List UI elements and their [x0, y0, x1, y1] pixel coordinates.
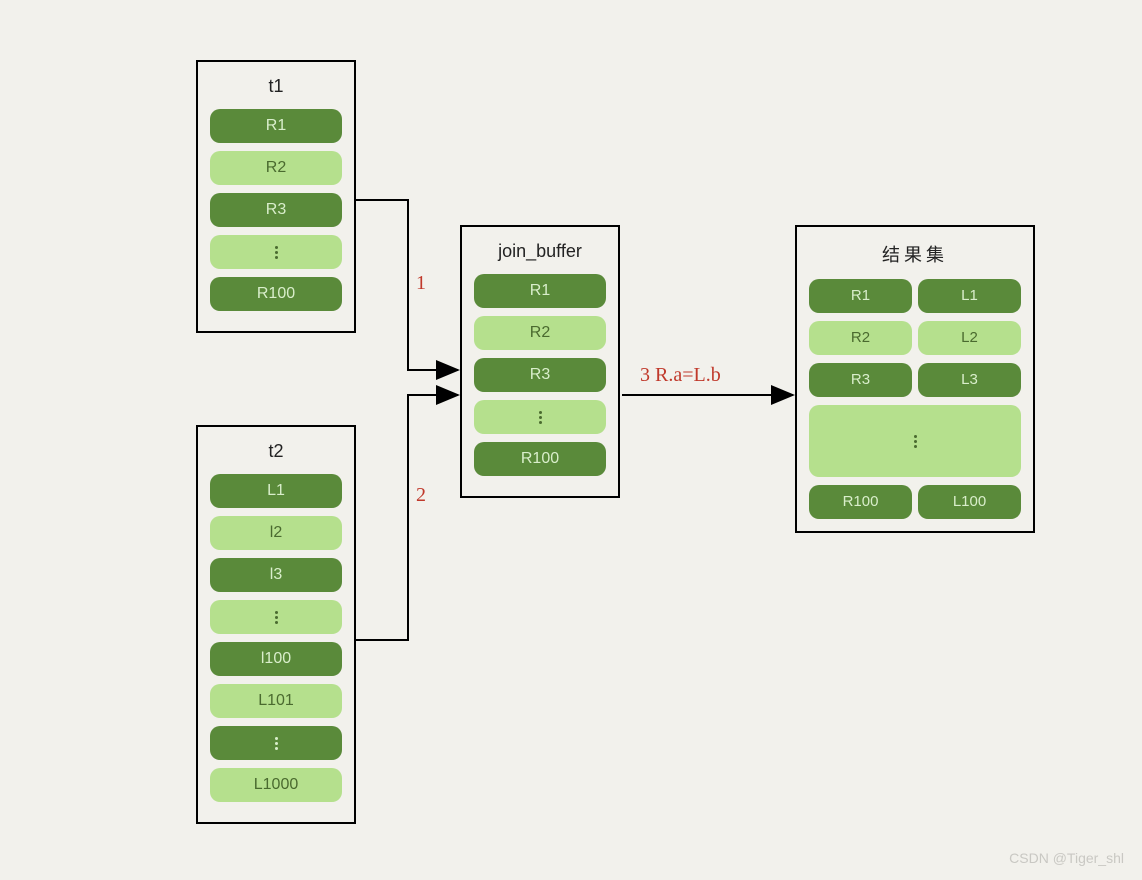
jb-row: R1	[474, 274, 606, 308]
t2-ellipsis	[210, 726, 342, 760]
jb-row: R3	[474, 358, 606, 392]
edge-label-3: 3 R.a=L.b	[640, 364, 721, 387]
result-cell: L2	[918, 321, 1021, 355]
t1-row: R100	[210, 277, 342, 311]
t2-row: l100	[210, 642, 342, 676]
watermark: CSDN @Tiger_shl	[1009, 850, 1124, 866]
t2-title: t2	[210, 437, 342, 462]
t2-row: l2	[210, 516, 342, 550]
result-pair: R100 L100	[809, 485, 1021, 519]
t1-title: t1	[210, 72, 342, 97]
t2-row: L1000	[210, 768, 342, 802]
result-cell: L1	[918, 279, 1021, 313]
result-pair: R3 L3	[809, 363, 1021, 397]
join-buffer: join_buffer R1 R2 R3 R100	[460, 225, 620, 498]
t2-row: l3	[210, 558, 342, 592]
t2-row: L1	[210, 474, 342, 508]
jb-row: R100	[474, 442, 606, 476]
t2-ellipsis	[210, 600, 342, 634]
result-cell: L100	[918, 485, 1021, 519]
result-cell: R1	[809, 279, 912, 313]
edge-label-2: 2	[416, 484, 426, 507]
edge-label-1: 1	[416, 272, 426, 295]
result-cell: R2	[809, 321, 912, 355]
join-buffer-title: join_buffer	[474, 237, 606, 262]
result-set: 结果集 R1 L1 R2 L2 R3 L3 R100 L100	[795, 225, 1035, 533]
result-cell: L3	[918, 363, 1021, 397]
result-pair: R1 L1	[809, 279, 1021, 313]
t1-ellipsis	[210, 235, 342, 269]
t1-row: R3	[210, 193, 342, 227]
result-cell: R100	[809, 485, 912, 519]
table-t2: t2 L1 l2 l3 l100 L101 L1000	[196, 425, 356, 824]
t1-row: R2	[210, 151, 342, 185]
table-t1: t1 R1 R2 R3 R100	[196, 60, 356, 333]
jb-row: R2	[474, 316, 606, 350]
result-pair: R2 L2	[809, 321, 1021, 355]
jb-ellipsis	[474, 400, 606, 434]
result-cell: R3	[809, 363, 912, 397]
result-ellipsis	[809, 405, 1021, 477]
t2-row: L101	[210, 684, 342, 718]
result-title: 结果集	[809, 237, 1021, 267]
t1-row: R1	[210, 109, 342, 143]
